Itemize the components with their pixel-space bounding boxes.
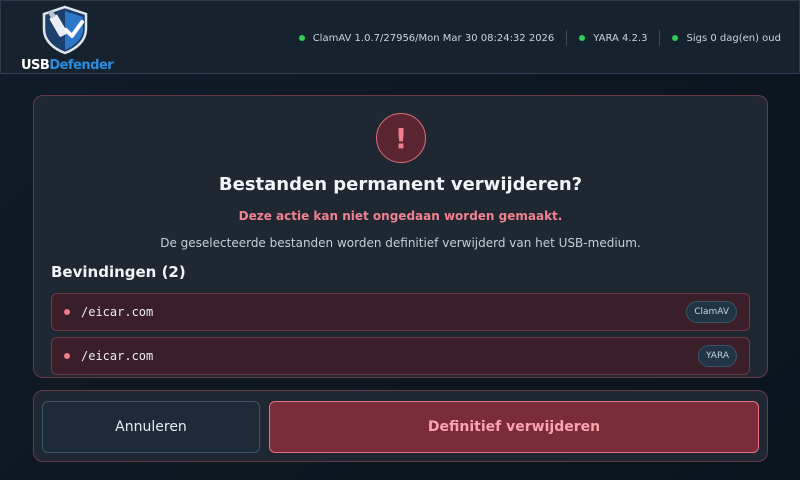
cancel-button[interactable]: Annuleren bbox=[42, 401, 260, 453]
status-ok-icon bbox=[298, 35, 305, 41]
exclamation-icon: ! bbox=[376, 113, 426, 163]
logo-text-defender: Defender bbox=[49, 58, 114, 73]
status-divider bbox=[659, 30, 661, 46]
delete-permanently-button[interactable]: Definitief verwijderen bbox=[269, 401, 759, 453]
finding-item: /eicar.com ClamAV bbox=[51, 293, 750, 331]
app-logo: USBDefender bbox=[21, 5, 114, 73]
status-clamav-text: ClamAV 1.0.7/27956/Mon Mar 30 08:24:32 2… bbox=[312, 32, 555, 44]
status-ok-icon bbox=[579, 35, 586, 41]
status-bar: ClamAV 1.0.7/27956/Mon Mar 30 08:24:32 2… bbox=[298, 30, 781, 46]
logo-text-usb: USB bbox=[21, 58, 50, 73]
status-divider bbox=[566, 30, 568, 46]
app-header: USBDefender ClamAV 1.0.7/27956/Mon Mar 3… bbox=[0, 0, 800, 74]
bullet-icon bbox=[64, 353, 70, 359]
dialog-warning: Deze actie kan niet ongedaan worden gema… bbox=[238, 209, 563, 223]
status-yara-text: YARA 4.2.3 bbox=[593, 32, 648, 44]
dialog-description: De geselecteerde bestanden worden defini… bbox=[160, 236, 641, 250]
finding-path: /eicar.com bbox=[81, 349, 154, 363]
status-signatures: Sigs 0 dag(en) oud bbox=[672, 33, 781, 44]
engine-badge: YARA bbox=[697, 345, 737, 367]
engine-badge: ClamAV bbox=[686, 301, 737, 323]
findings-heading: Bevindingen (2) bbox=[51, 263, 186, 281]
status-ok-icon bbox=[672, 35, 679, 41]
delete-confirm-dialog: ! Bestanden permanent verwijderen? Deze … bbox=[33, 95, 768, 378]
bullet-icon bbox=[64, 309, 70, 315]
status-yara: YARA 4.2.3 bbox=[579, 33, 647, 44]
app-logo-text: USBDefender bbox=[21, 58, 114, 73]
status-clamav: ClamAV 1.0.7/27956/Mon Mar 30 08:24:32 2… bbox=[298, 32, 555, 44]
finding-path: /eicar.com bbox=[81, 305, 154, 319]
dialog-title: Bestanden permanent verwijderen? bbox=[218, 174, 583, 195]
status-signatures-text: Sigs 0 dag(en) oud bbox=[686, 32, 781, 44]
finding-item: /eicar.com YARA bbox=[51, 337, 750, 375]
usb-shield-icon bbox=[42, 5, 88, 55]
dialog-actions: Annuleren Definitief verwijderen bbox=[33, 390, 768, 462]
exclamation-glyph: ! bbox=[394, 121, 408, 155]
